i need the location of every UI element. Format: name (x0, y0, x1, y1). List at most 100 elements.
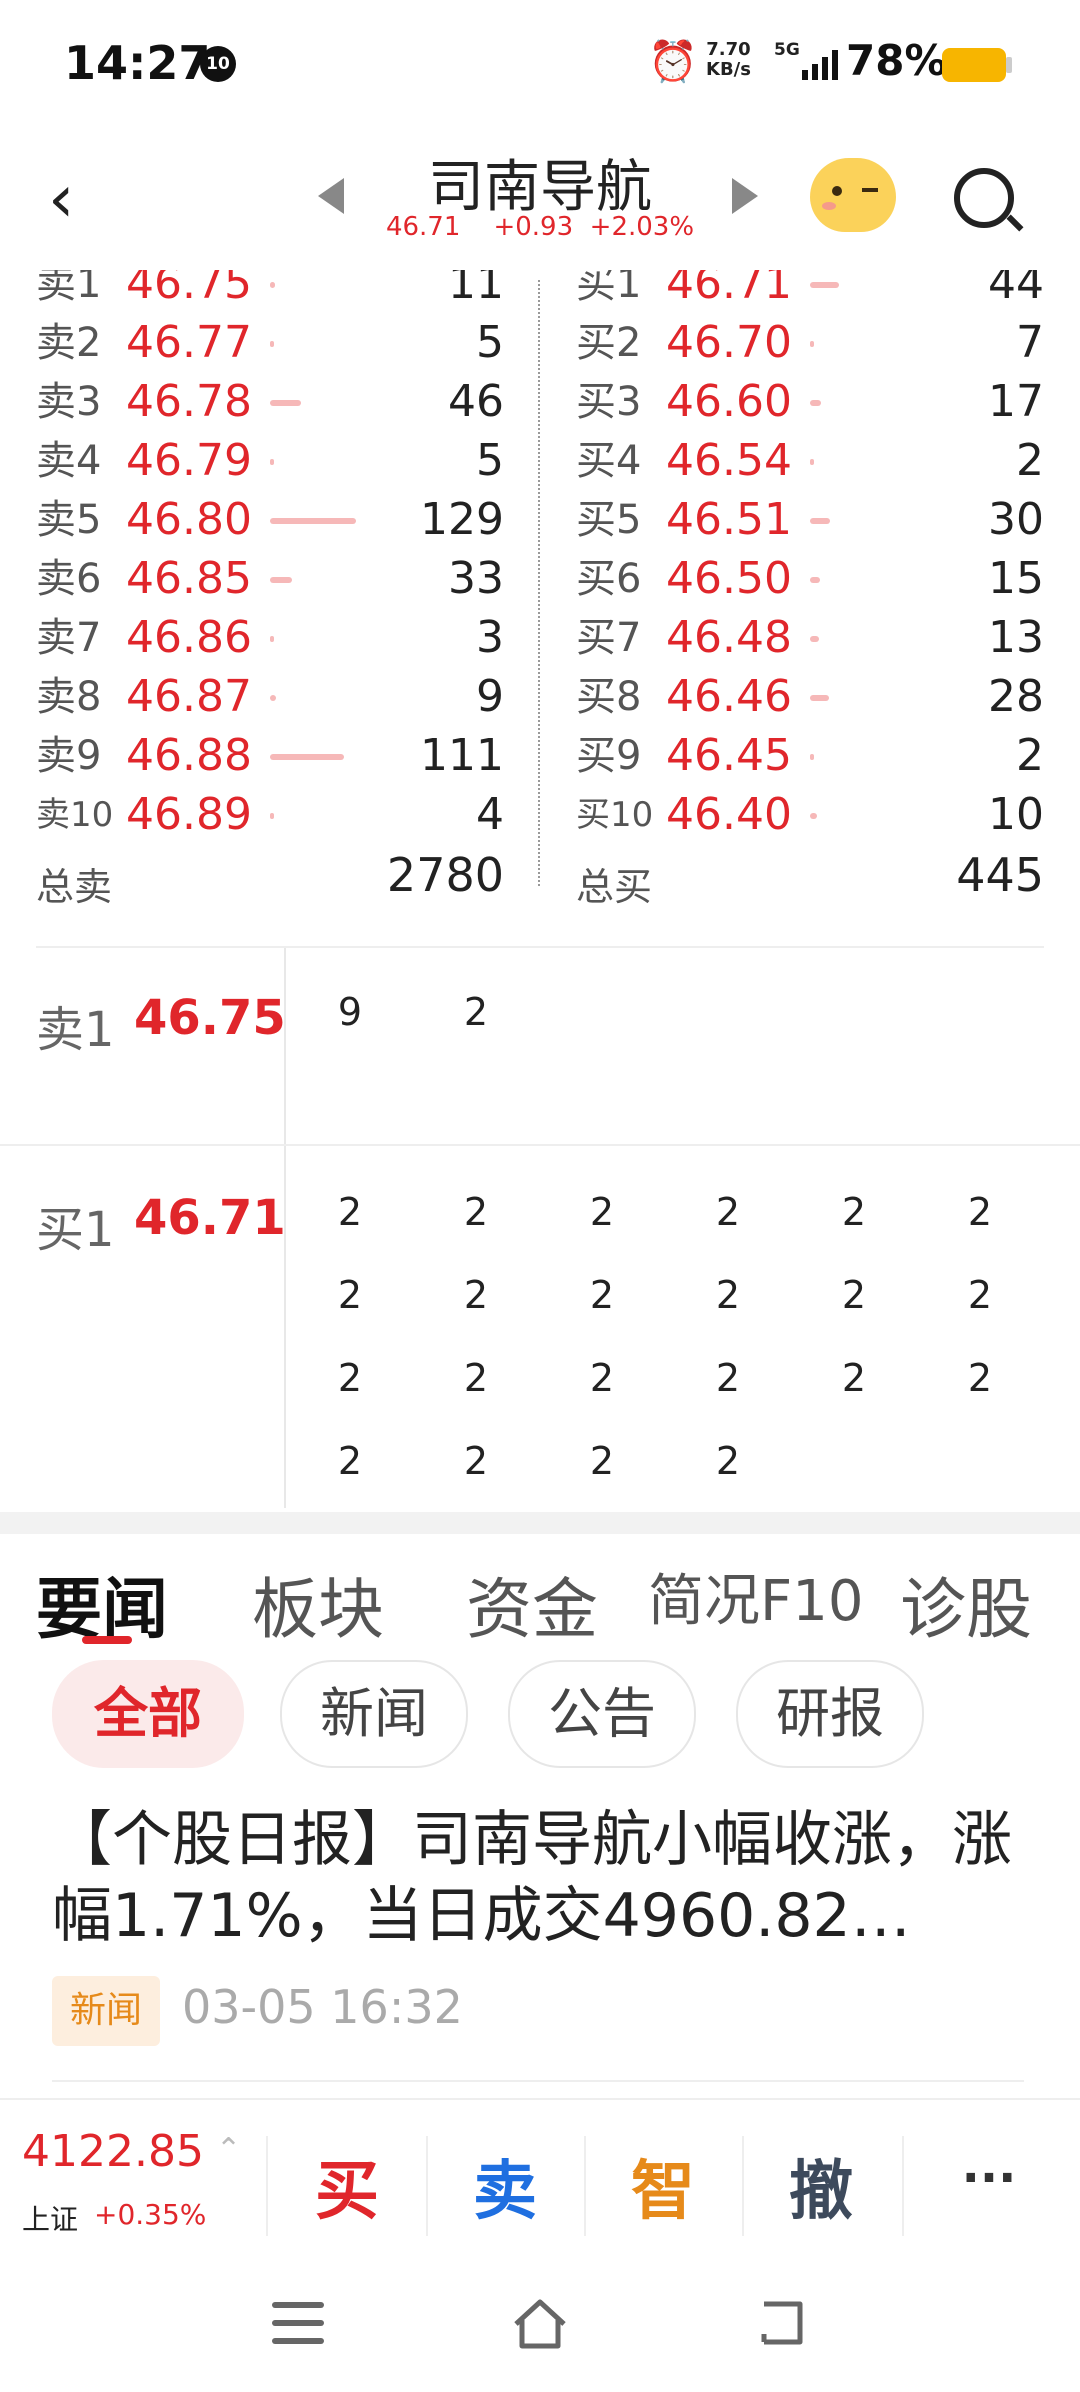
next-stock-icon[interactable] (732, 178, 758, 214)
ask-price: 46.78 (126, 376, 252, 427)
bid-volume: 7 (1016, 317, 1044, 368)
total-buy-label: 总买 (576, 865, 653, 909)
bid-level-label: 买4 (576, 438, 642, 484)
network-speed-value: 7.70 (706, 39, 751, 60)
ask-row[interactable]: 卖5 46.80 129 (36, 490, 504, 550)
bid-price: 46.48 (666, 612, 792, 663)
smart-button[interactable]: 智 (588, 2140, 738, 2232)
signal-icon (802, 50, 838, 80)
ask-level-label: 卖9 (36, 733, 102, 779)
ask-row[interactable]: 卖9 46.88 111 (36, 726, 504, 786)
bid-row[interactable]: 买4 46.54 2 (576, 431, 1044, 491)
bid-volume: 15 (988, 553, 1044, 604)
tab-sector[interactable]: 板块 (252, 1556, 384, 1652)
ask-row[interactable]: 卖3 46.78 46 (36, 372, 504, 432)
queue-sell-price: 46.75 (134, 990, 286, 1046)
ask-volume: 111 (420, 730, 504, 781)
filter-research[interactable]: 研报 (736, 1660, 924, 1768)
ask-row[interactable]: 卖8 46.87 9 (36, 667, 504, 727)
queue-sell-label: 卖1 (36, 1002, 115, 1058)
bid-row[interactable]: 买5 46.51 30 (576, 490, 1044, 550)
ask-price: 46.89 (126, 789, 252, 840)
bid-price: 46.54 (666, 435, 792, 486)
ask-row[interactable]: 卖6 46.85 33 (36, 549, 504, 609)
ask-volume-bar (270, 282, 276, 288)
bid-row[interactable]: 买6 46.50 15 (576, 549, 1044, 609)
bid-volume: 28 (988, 671, 1044, 722)
bid-level-label: 买10 (576, 795, 654, 835)
bid-volume-bar (810, 754, 814, 760)
queue-order-size: 2 (463, 1273, 489, 1317)
bid-row[interactable]: 买8 46.46 28 (576, 667, 1044, 727)
back-nav-icon[interactable] (756, 2298, 808, 2346)
chevron-up-icon[interactable]: ⌃ (216, 2132, 241, 2167)
queue-order-size: 2 (463, 1439, 489, 1483)
bid-price: 46.70 (666, 317, 792, 368)
bid-price: 46.45 (666, 730, 792, 781)
back-icon[interactable]: ‹ (48, 160, 74, 237)
tab-diagnosis[interactable]: 诊股 (900, 1556, 1032, 1652)
total-sell-value: 2780 (386, 848, 504, 902)
bid-row[interactable]: 买2 46.70 7 (576, 313, 1044, 373)
more-button[interactable]: ··· (914, 2150, 1064, 2206)
queue-order-size: 2 (463, 1190, 489, 1234)
bid-volume-bar (810, 341, 815, 347)
ask-price: 46.85 (126, 553, 252, 604)
bid-row[interactable]: 买10 46.40 10 (576, 785, 1044, 845)
ask-row[interactable]: 卖2 46.77 5 (36, 313, 504, 373)
queue-order-size: 2 (463, 1356, 489, 1400)
ask-price: 46.79 (126, 435, 252, 486)
bid-row[interactable]: 买9 46.45 2 (576, 726, 1044, 786)
ask-volume-bar (270, 754, 344, 760)
news-item-title[interactable]: 【个股日报】司南导航小幅收涨，涨幅1.71%，当日成交4960.82… (52, 1802, 1032, 1954)
filter-news[interactable]: 新闻 (280, 1660, 468, 1768)
ask-volume: 46 (448, 376, 504, 427)
ask-volume: 3 (476, 612, 504, 663)
ask-level-label: 卖3 (36, 379, 102, 425)
ask-row[interactable]: 卖10 46.89 4 (36, 785, 504, 845)
index-change: +0.35% (94, 2198, 207, 2231)
notification-badge: 10 (200, 46, 236, 82)
bid-volume-bar (810, 813, 817, 819)
ask-row[interactable]: 卖7 46.86 3 (36, 608, 504, 668)
bid-row[interactable]: 买7 46.48 13 (576, 608, 1044, 668)
toolbar-separator (426, 2136, 428, 2236)
buy-button[interactable]: 买 (272, 2140, 422, 2232)
tab-f10[interactable]: 简况F10 (648, 1556, 863, 1637)
ask-volume-bar (270, 695, 277, 701)
queue-order-size: 2 (589, 1439, 615, 1483)
queue-order-size: 2 (715, 1190, 741, 1234)
cancel-order-button[interactable]: 撤 (746, 2140, 896, 2232)
bid-level-label: 买8 (576, 674, 642, 720)
header-price: 46.71 (385, 212, 461, 242)
ask-price: 46.80 (126, 494, 252, 545)
queue-order-size: 2 (841, 1190, 867, 1234)
filter-all[interactable]: 全部 (52, 1660, 244, 1768)
toolbar-separator (266, 2136, 268, 2236)
bid-volume: 2 (1016, 730, 1044, 781)
bid-volume-bar (810, 282, 840, 288)
orderbook-divider (538, 280, 540, 886)
queue-order-size: 2 (841, 1356, 867, 1400)
mascot-icon[interactable] (810, 158, 896, 232)
index-value[interactable]: 4122.85 (22, 2126, 204, 2177)
tab-active-indicator (82, 1636, 132, 1644)
sell-button[interactable]: 卖 (430, 2140, 580, 2232)
bid-price: 46.46 (666, 671, 792, 722)
ask-level-label: 卖7 (36, 615, 102, 661)
bid-volume-bar (810, 695, 829, 701)
home-icon[interactable] (510, 2296, 570, 2352)
search-icon[interactable] (954, 168, 1014, 228)
bid-price: 46.40 (666, 789, 792, 840)
menu-icon[interactable] (272, 2302, 324, 2348)
battery-icon (942, 48, 1006, 82)
ask-row[interactable]: 卖4 46.79 5 (36, 431, 504, 491)
tab-funds[interactable]: 资金 (466, 1556, 598, 1652)
bid-row[interactable]: 买3 46.60 17 (576, 372, 1044, 432)
section-separator (0, 1512, 1080, 1534)
network-speed: 7.70 KB/s (706, 40, 751, 80)
filter-announcements[interactable]: 公告 (508, 1660, 696, 1768)
prev-stock-icon[interactable] (318, 178, 344, 214)
ask-price: 46.88 (126, 730, 252, 781)
ask-price: 46.77 (126, 317, 252, 368)
